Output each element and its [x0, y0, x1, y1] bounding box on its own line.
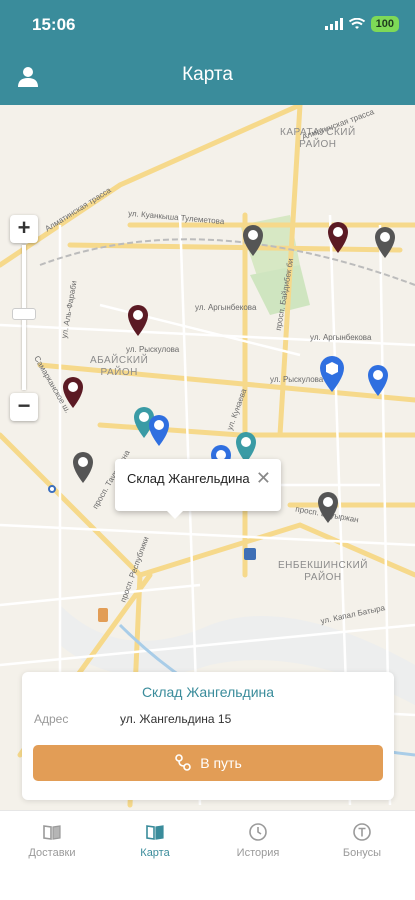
- coin-icon: [353, 823, 371, 841]
- location-pin-icon: [63, 377, 83, 408]
- tab-deliveries[interactable]: Доставки: [2, 821, 102, 859]
- my-location-icon[interactable]: [48, 485, 56, 493]
- zoom-out-button[interactable]: −: [10, 393, 38, 421]
- street-label: ул. Рыскулова: [270, 375, 324, 384]
- route-icon: [175, 754, 192, 771]
- address-label: Адрес: [34, 712, 69, 726]
- box-pin-icon: [320, 356, 344, 392]
- street-label: ул. Рыскулова: [126, 345, 180, 354]
- district-text: АБАЙСКИЙ РАЙОН: [90, 355, 149, 378]
- tab-history[interactable]: История: [208, 821, 308, 859]
- clock-icon: [249, 823, 267, 841]
- transit-marker-icon: [98, 608, 108, 622]
- map-pin-gray[interactable]: [315, 490, 341, 524]
- status-time: 15:06: [32, 15, 76, 34]
- address-value: ул. Жангельдина 15: [120, 712, 232, 726]
- location-pin-icon: [73, 452, 93, 483]
- tab-label: Доставки: [28, 847, 76, 859]
- map-pin-dark-red[interactable]: [125, 303, 151, 337]
- tab-label: Бонусы: [342, 847, 382, 859]
- map-pin-blue[interactable]: [365, 363, 391, 397]
- street-label: ул. Аргынбекова: [195, 303, 257, 312]
- tab-label: История: [236, 847, 280, 859]
- warehouse-title: Склад Жангельдина: [141, 684, 275, 700]
- location-pin-icon: [375, 227, 395, 258]
- location-pin-icon: [149, 415, 169, 446]
- map-pin-gray[interactable]: [372, 225, 398, 259]
- map-pin-blue[interactable]: [146, 413, 172, 447]
- battery-badge: 100: [370, 16, 399, 32]
- tab-map[interactable]: Карта: [105, 821, 205, 859]
- tab-bar: Доставки Карта История Бонусы: [0, 810, 415, 900]
- location-pin-icon: [318, 492, 338, 523]
- location-pin-icon: [243, 225, 263, 256]
- callout-title: Склад Жангельдина: [127, 471, 250, 486]
- map-pin-blue-box[interactable]: [318, 355, 344, 392]
- zoom-in-button[interactable]: +: [10, 215, 38, 243]
- location-pin-icon: [368, 365, 388, 396]
- page-title: Карта: [182, 64, 233, 85]
- poi-marker-icon: [244, 548, 256, 560]
- signal-icon: [324, 18, 343, 30]
- map-pin-dark-red[interactable]: [325, 220, 351, 254]
- close-icon[interactable]: ✕: [256, 469, 271, 487]
- status-bar: 15:06 100: [0, 0, 415, 50]
- tab-bonuses[interactable]: Бонусы: [312, 821, 412, 859]
- map-pin-dark-red[interactable]: [60, 375, 86, 409]
- district-text: ЕНБЕКШИНСКИЙ РАЙОН: [278, 560, 368, 583]
- wifi-icon: [348, 18, 365, 29]
- status-indicators: 100: [324, 16, 399, 32]
- pin-callout[interactable]: Склад Жангельдина ✕: [115, 459, 281, 519]
- district-label-enbekshi: ЕНБЕКШИНСКИЙ РАЙОН: [278, 560, 368, 584]
- location-pin-icon: [128, 305, 148, 336]
- tab-label: Карта: [140, 847, 170, 859]
- route-button-label: В путь: [200, 755, 242, 771]
- map-book-icon: [146, 825, 164, 840]
- top-bar: 15:06 100 Карта: [0, 0, 415, 105]
- book-icon: [43, 825, 61, 840]
- map-pin-gray[interactable]: [240, 223, 266, 257]
- street-label: ул. Аргынбекова: [310, 333, 372, 342]
- route-button[interactable]: В путь: [33, 745, 383, 781]
- location-pin-icon: [328, 222, 348, 253]
- map-pin-gray[interactable]: [70, 450, 96, 484]
- zoom-slider-thumb[interactable]: [12, 308, 36, 320]
- warehouse-card: Склад Жангельдина Адрес ул. Жангельдина …: [22, 672, 394, 800]
- district-label-abay: АБАЙСКИЙ РАЙОН: [90, 355, 148, 379]
